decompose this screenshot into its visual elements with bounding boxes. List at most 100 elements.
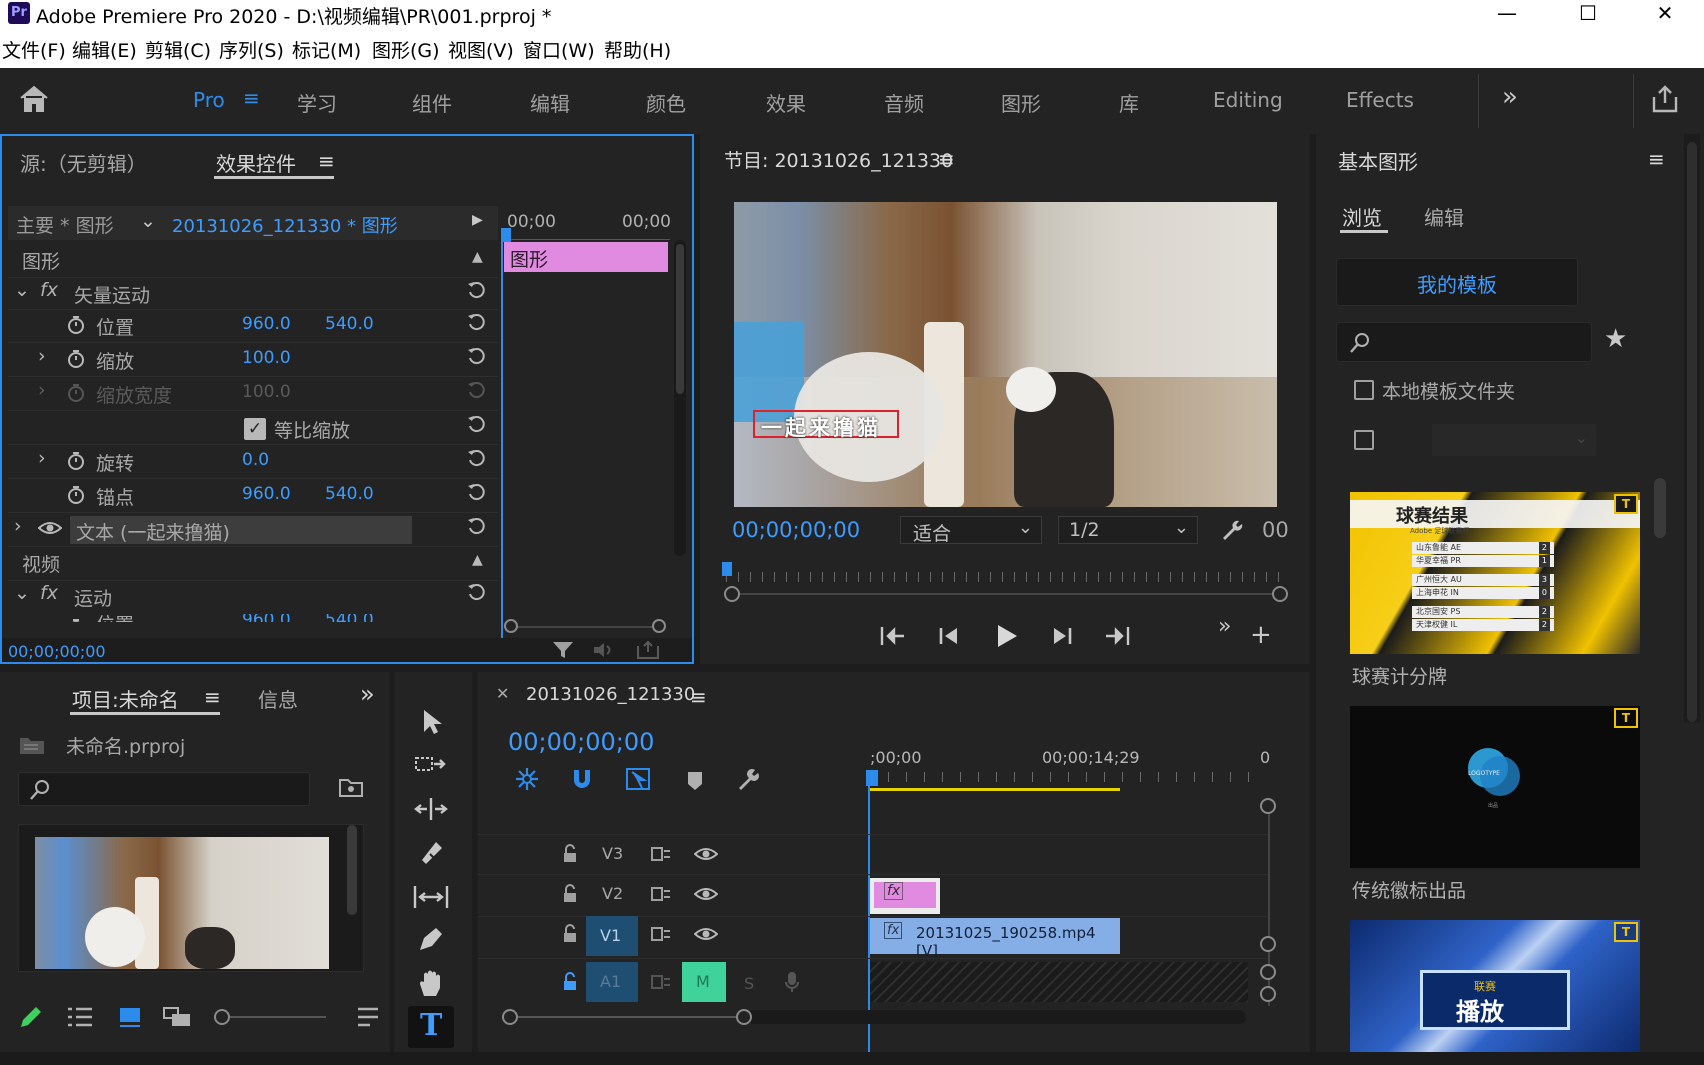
monitor-zoom-bar[interactable]	[732, 593, 1278, 595]
reset-icon[interactable]	[466, 414, 486, 434]
workspace-tab-libraries[interactable]: 库	[1119, 88, 1139, 117]
resolution-dropdown[interactable]: 1/2 ⌄	[1058, 516, 1198, 544]
zoom-handle-left[interactable]	[502, 1009, 518, 1025]
eye-icon[interactable]	[38, 520, 62, 536]
zoom-slider-track[interactable]	[222, 1016, 326, 1018]
fx-icon[interactable]: fx	[40, 582, 58, 604]
collapse-up-icon[interactable]: ▲	[472, 249, 483, 265]
work-area-bar[interactable]	[870, 788, 1120, 791]
additional-folder-checkbox[interactable]	[1354, 430, 1374, 450]
zoom-scrollbar[interactable]	[506, 626, 660, 628]
track-label-v3[interactable]: V3	[602, 844, 623, 863]
template-thumb-league[interactable]: 联赛 播放 T	[1350, 920, 1640, 1052]
icon-view-icon[interactable]	[118, 1006, 142, 1028]
text-overlay-box[interactable]: 一起来撸猫	[753, 410, 899, 440]
text-layer-label[interactable]: 文本 (一起来撸猫)	[76, 518, 230, 545]
graphic-clip-v2[interactable]: fx	[870, 878, 940, 914]
video-frame[interactable]: 一起来撸猫	[734, 202, 1277, 507]
menu-marker[interactable]: 标记(M)	[292, 36, 361, 63]
stopwatch-icon[interactable]	[66, 485, 86, 505]
freeform-view-icon[interactable]	[162, 1006, 192, 1028]
panel-menu-icon[interactable]: ≡	[690, 685, 707, 709]
play-triangle-icon[interactable]: ▶	[472, 212, 483, 228]
zoom-handle-top[interactable]	[1260, 798, 1276, 814]
sync-lock-icon[interactable]	[650, 974, 672, 990]
play-icon[interactable]	[994, 622, 1020, 650]
fit-dropdown[interactable]: 适合 ⌄	[900, 516, 1042, 545]
footer-timecode[interactable]: 00;00;00;00	[8, 642, 106, 661]
mute-button[interactable]: M	[682, 962, 726, 1002]
track-select-tool-icon[interactable]	[414, 752, 448, 778]
collapse-up-icon[interactable]: ▲	[472, 552, 483, 568]
selection-tool-icon[interactable]	[420, 708, 444, 736]
audio-track-area[interactable]	[870, 962, 1248, 1002]
folder-dropdown[interactable]: ⌄	[1432, 424, 1596, 456]
export-frame-icon[interactable]	[636, 640, 660, 660]
reset-icon[interactable]	[466, 482, 486, 502]
track-label-v2[interactable]: V2	[602, 884, 623, 903]
reset-icon[interactable]	[466, 516, 486, 536]
horizontal-zoom-bar[interactable]	[514, 1016, 746, 1018]
reset-icon[interactable]	[466, 582, 486, 602]
pencil-icon[interactable]	[18, 1004, 44, 1030]
workspace-tab-editing-en[interactable]: Editing	[1213, 88, 1283, 112]
lock-icon[interactable]	[562, 844, 578, 864]
workspace-tab-pro[interactable]: Pro	[193, 88, 225, 112]
video-clip-v1[interactable]: fx 20131025_190258.mp4 [V]	[870, 918, 1120, 960]
linked-selection-icon[interactable]	[624, 766, 652, 792]
workspace-tab-editing[interactable]: 编辑	[530, 88, 570, 117]
menu-graphics[interactable]: 图形(G)	[372, 36, 440, 63]
timeline-ruler[interactable]	[870, 772, 1262, 782]
minimize-button[interactable]: —	[1484, 0, 1530, 28]
lock-icon[interactable]	[562, 924, 578, 944]
track-target-a1[interactable]: A1	[586, 962, 638, 1002]
track-target-v1[interactable]: V1	[586, 916, 638, 956]
workspace-tab-color[interactable]: 颜色	[646, 88, 686, 117]
eye-icon[interactable]	[694, 846, 718, 862]
overflow-icon[interactable]: »	[1218, 614, 1231, 639]
template-thumb-scoreboard[interactable]: 球赛结果 Adobe 足球联赛杯 山东鲁能 AE 2 华夏幸福 PR 1 广州恒大 …	[1350, 492, 1640, 654]
monitor-ruler[interactable]	[726, 572, 1284, 582]
zoom-handle-bottom[interactable]	[1260, 936, 1276, 952]
home-icon[interactable]	[18, 84, 50, 114]
loop-audio-icon[interactable]	[592, 641, 616, 659]
workspace-tab-effects[interactable]: 效果	[766, 88, 806, 117]
workspace-menu-icon[interactable]: ≡	[243, 86, 260, 110]
close-button[interactable]: ✕	[1642, 0, 1688, 28]
uniform-scale-checkbox[interactable]: ✓	[244, 418, 266, 440]
zoom-handle-left[interactable]	[724, 586, 740, 602]
zoom-handle-left[interactable]	[504, 619, 518, 633]
menu-edit[interactable]: 编辑(E)	[72, 36, 137, 63]
scale-value[interactable]: 100.0	[242, 348, 291, 368]
project-file-name[interactable]: 未命名.prproj	[66, 732, 185, 759]
anchor-x-value[interactable]: 960.0	[242, 484, 291, 504]
chevron-right-icon[interactable]: ›	[38, 447, 46, 469]
workspace-tab-graphics[interactable]: 图形	[1001, 88, 1041, 117]
panel-menu-icon[interactable]: ≡	[318, 149, 335, 173]
chevron-right-icon[interactable]: ›	[38, 345, 46, 367]
menu-help[interactable]: 帮助(H)	[604, 36, 671, 63]
tab-edit[interactable]: 编辑	[1424, 202, 1464, 231]
step-back-icon[interactable]	[937, 624, 961, 648]
my-templates-button[interactable]: 我的模板	[1336, 258, 1578, 306]
sync-lock-icon[interactable]	[650, 886, 672, 902]
ripple-edit-tool-icon[interactable]	[414, 796, 448, 822]
timeline-timecode[interactable]: 00;00;00;00	[508, 728, 654, 756]
wrench-icon[interactable]	[1220, 518, 1244, 542]
add-marker-icon[interactable]	[686, 770, 704, 792]
chevron-down-icon[interactable]: ⌄	[140, 210, 156, 232]
workspace-tab-assembly[interactable]: 组件	[412, 88, 452, 117]
reset-icon[interactable]	[466, 280, 486, 300]
panel-menu-icon[interactable]: ≡	[204, 685, 221, 709]
snap-magnet-icon[interactable]	[570, 766, 594, 792]
new-bin-icon[interactable]	[338, 776, 364, 798]
zoom-handle-right[interactable]	[1272, 586, 1288, 602]
outer-scrollbar[interactable]	[1684, 134, 1700, 722]
menu-clip[interactable]: 剪辑(C)	[145, 36, 211, 63]
tab-effect-controls[interactable]: 效果控件	[216, 148, 296, 177]
anchor-y-value[interactable]: 540.0	[325, 484, 374, 504]
zoom-handle-top[interactable]	[1260, 964, 1276, 980]
tab-info[interactable]: 信息	[258, 684, 298, 713]
type-tool-button[interactable]: T	[408, 1006, 454, 1048]
lock-icon[interactable]	[562, 884, 578, 904]
